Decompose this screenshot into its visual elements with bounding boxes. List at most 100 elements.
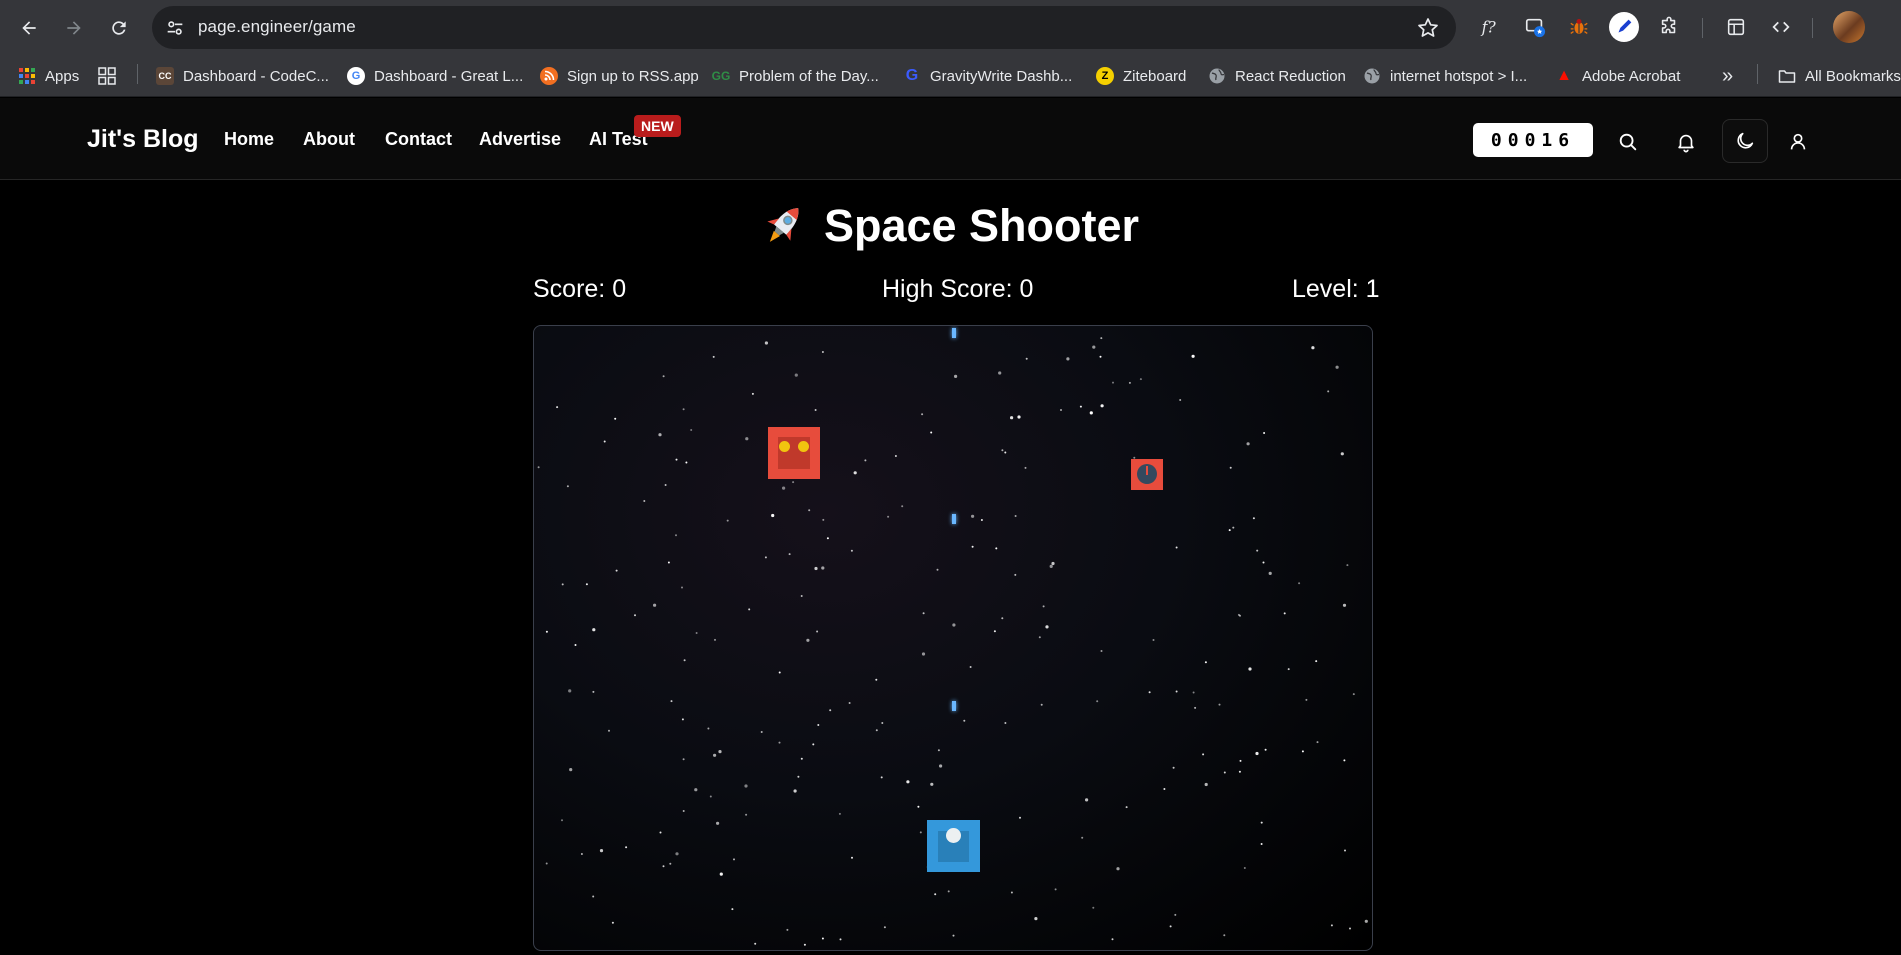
star [1051,561,1055,566]
game-title-text: Space Shooter [823,200,1140,251]
star [1045,625,1049,629]
star [714,638,716,641]
pen-extension-icon[interactable] [1609,12,1639,42]
nav-contact[interactable]: Contact [385,129,452,150]
bookmarks-overflow-button[interactable]: » [1722,64,1733,88]
star [707,727,710,730]
globe-icon [1363,67,1381,85]
star [1092,906,1095,909]
bookmark-divider [1757,64,1758,84]
back-button[interactable] [13,12,45,44]
bug-extension-icon[interactable] [1565,13,1593,41]
star [1092,345,1096,349]
bookmark-adobe-acrobat[interactable]: ▲ Adobe Acrobat [1555,64,1680,88]
star [1128,381,1131,384]
search-button[interactable] [1608,122,1648,162]
bookmark-codechef[interactable]: CC Dashboard - CodeC... [156,64,329,88]
star [806,638,810,642]
forward-button[interactable] [58,12,90,44]
theme-toggle-button[interactable] [1722,119,1768,163]
star [850,549,853,552]
star [1099,355,1102,358]
bookmark-react-reduction[interactable]: React Reduction [1208,64,1346,88]
formula-extension-icon[interactable]: f? [1475,13,1503,41]
player-bullet [952,328,956,338]
forward-arrow-icon [67,21,81,35]
address-bar[interactable]: page.engineer/game [152,6,1456,49]
codechef-icon: CC [156,67,174,85]
star [614,417,617,420]
devtools-code-icon[interactable] [1767,13,1795,41]
bookmark-label: internet hotspot > I... [1390,67,1528,85]
site-settings-icon[interactable] [164,17,186,39]
star [1243,867,1246,869]
star [1100,404,1104,408]
all-bookmarks-folder[interactable]: All Bookmarks [1778,64,1901,88]
star [669,862,672,865]
bookmark-problem-of-the-day[interactable]: GG Problem of the Day... [712,64,879,88]
star [930,782,934,786]
star [545,630,548,633]
star [1060,409,1062,411]
star [963,719,966,722]
star [971,545,974,548]
bookmark-ziteboard[interactable]: Z Ziteboard [1096,64,1186,88]
url-text[interactable]: page.engineer/game [198,17,356,37]
game-canvas[interactable] [533,325,1373,951]
player-ship[interactable] [927,820,980,872]
star [1017,415,1021,419]
star [603,440,606,443]
star [800,757,803,760]
notifications-button[interactable] [1666,122,1706,162]
bookmark-gravitywrite[interactable]: G GravityWrite Dashb... [903,64,1073,88]
bookmark-rss-app[interactable]: Sign up to RSS.app [540,64,699,88]
site-logo[interactable]: Jit's Blog [87,125,199,154]
bookmark-label: GravityWrite Dashb... [930,67,1073,85]
star [1223,771,1226,774]
nav-home[interactable]: Home [224,129,274,150]
globe-icon [1208,67,1226,85]
star [1054,888,1057,891]
star [682,810,685,812]
star [816,630,819,633]
reload-icon [112,21,126,35]
star [667,561,670,564]
star [561,819,563,822]
star [1283,612,1286,615]
bookmark-label: Adobe Acrobat [1582,67,1681,85]
star [881,722,884,724]
bookmark-label: All Bookmarks [1805,67,1901,85]
star [1311,346,1315,350]
star [1004,451,1007,454]
star [1256,549,1259,552]
star [919,831,922,834]
star [937,749,940,752]
search-icon [1619,133,1637,151]
bookmark-great-learning[interactable]: G Dashboard - Great L... [347,64,523,88]
account-button[interactable] [1778,122,1818,162]
star [664,484,667,486]
star [1100,650,1103,652]
nav-advertise[interactable]: Advertise [479,129,561,150]
star [936,568,939,571]
bookmark-star-icon[interactable] [1416,16,1440,40]
cast-extension-icon[interactable] [1521,13,1549,41]
side-panel-icon[interactable] [1722,13,1750,41]
profile-avatar-icon[interactable] [1833,11,1865,43]
star [1004,722,1007,724]
star [592,628,596,632]
bookmark-internet-hotspot[interactable]: internet hotspot > I... [1363,64,1527,88]
star [1152,639,1155,641]
extensions-puzzle-icon[interactable] [1655,13,1683,41]
bookmark-apps[interactable]: Apps [18,64,79,88]
reload-button[interactable] [103,12,135,44]
star [608,729,610,732]
level-display: Level: 1 [1292,275,1380,303]
nav-about[interactable]: About [303,129,355,150]
star [561,583,564,586]
bookmark-tab-groups[interactable] [98,64,125,88]
star [1148,691,1151,694]
star [764,341,768,345]
star [569,768,573,772]
star [1024,466,1027,469]
